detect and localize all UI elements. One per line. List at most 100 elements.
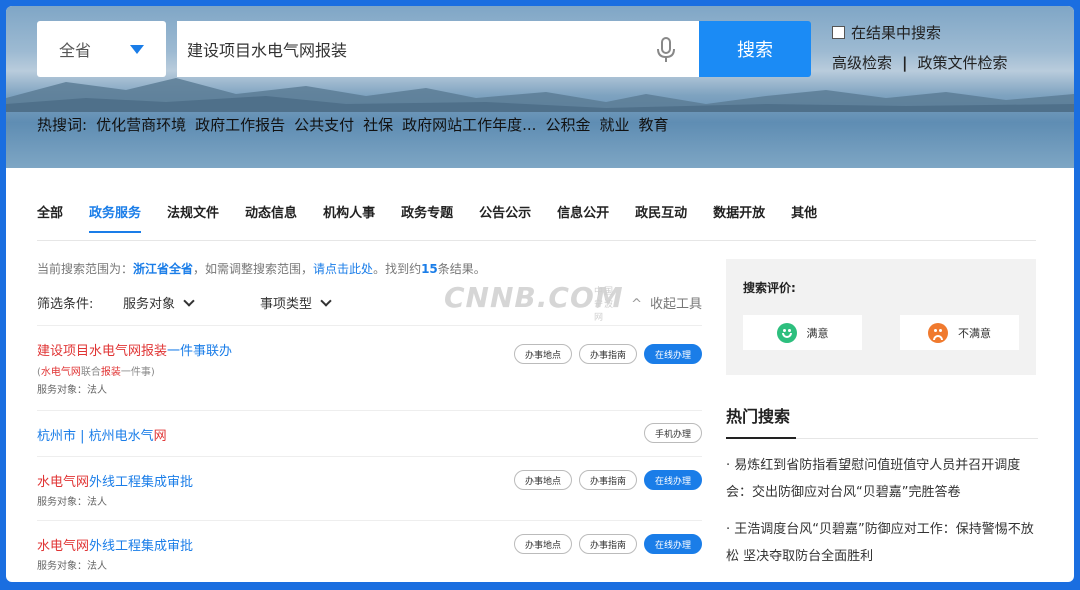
search-in-results-option[interactable]: 在结果中搜索 — [832, 22, 941, 43]
result-actions: 手机办理 — [643, 423, 702, 443]
filter-item-type-label: 事项类型 — [260, 297, 313, 312]
title-highlight: 网 — [153, 429, 167, 444]
tab-topics[interactable]: 政务专题 — [401, 202, 453, 233]
satisfied-button[interactable]: 满意 — [743, 315, 862, 350]
chevron-down-icon — [320, 295, 332, 307]
hot-word[interactable]: 就业 — [599, 114, 629, 135]
online-apply-button[interactable]: 在线办理 — [643, 470, 702, 490]
hot-words: 热搜词: 优化营商环境 政府工作报告 公共支付 社保 政府网站工作年度... 公… — [37, 114, 668, 135]
hot-search-title: 热门搜索 — [726, 407, 791, 426]
satisfied-label: 满意 — [806, 326, 829, 340]
result-alias: (水电气网联合报装一件事) — [37, 363, 702, 378]
hot-search-underline — [726, 437, 796, 439]
link-separator: | — [902, 53, 908, 72]
tab-open-data[interactable]: 数据开放 — [713, 202, 765, 233]
alias-highlight: 报装 — [100, 367, 121, 378]
tab-personnel[interactable]: 机构人事 — [323, 202, 375, 233]
title-text: 外线工程集成审批 — [89, 539, 194, 554]
result-item: 杭州市 | 杭州电水气网 手机办理 — [37, 410, 702, 456]
filter-service-target[interactable]: 服务对象 — [123, 293, 195, 312]
tab-regulations[interactable]: 法规文件 — [167, 202, 219, 233]
result-count: 15 — [421, 262, 438, 276]
category-tabs: 全部 政务服务 法规文件 动态信息 机构人事 政务专题 公告公示 信息公开 政民… — [37, 202, 843, 233]
hot-word[interactable]: 公共支付 — [294, 114, 354, 135]
watermark-subtext: 中国宁波网 — [594, 287, 615, 323]
hot-search-text: 王浩调度台风“贝碧嘉”防御应对工作：保持警惕不放松 坚决夺取防台全面胜利 — [726, 522, 1034, 564]
region-select[interactable]: 全省 — [37, 21, 166, 77]
tab-announcements[interactable]: 公告公示 — [479, 202, 531, 233]
result-item: 水电气网外线工程集成审批 服务对象：法人 办事地点 办事指南 在线办理 — [37, 520, 702, 582]
result-actions: 办事地点 办事指南 在线办理 — [513, 534, 702, 554]
filter-label: 筛选条件: — [37, 297, 94, 312]
advanced-search-link[interactable]: 高级检索 — [832, 52, 892, 73]
filter-service-target-label: 服务对象 — [123, 297, 176, 312]
search-scope-info: 当前搜索范围为：浙江省全省，如需调整搜索范围，请点击此处。找到约15条结果。 — [37, 260, 486, 277]
service-target: 服务对象：法人 — [37, 561, 107, 572]
title-text: 外线工程集成审批 — [89, 475, 194, 490]
result-item: 水电气网外线工程集成审批 服务对象：法人 办事地点 办事指南 在线办理 — [37, 456, 702, 520]
location-button[interactable]: 办事地点 — [513, 344, 572, 364]
guide-button[interactable]: 办事指南 — [578, 344, 637, 364]
scope-value: 浙江省全省 — [133, 262, 194, 276]
online-apply-button[interactable]: 在线办理 — [643, 534, 702, 554]
tab-disclosure[interactable]: 信息公开 — [557, 202, 609, 233]
chevron-up-icon: ^ — [631, 297, 642, 312]
location-button[interactable]: 办事地点 — [513, 534, 572, 554]
scope-found: 。找到约 — [373, 262, 422, 276]
change-scope-link[interactable]: 请点击此处 — [313, 262, 373, 276]
region-select-value: 全省 — [59, 41, 92, 60]
rating-title: 搜索评价: — [743, 281, 796, 295]
location-button[interactable]: 办事地点 — [513, 470, 572, 490]
filter-item-type[interactable]: 事项类型 — [260, 293, 332, 312]
scope-mid: ，如需调整搜索范围， — [193, 262, 314, 276]
search-button[interactable]: 搜索 — [699, 21, 811, 77]
online-apply-button[interactable]: 在线办理 — [643, 344, 702, 364]
hot-search-item[interactable]: · 王浩调度台风“贝碧嘉”防御应对工作：保持警惕不放松 坚决夺取防台全面胜利 — [726, 516, 1036, 570]
unsatisfied-button[interactable]: 不满意 — [900, 315, 1019, 350]
hot-search-text: 易炼红到省防指看望慰问值班值守人员并召开调度会：交出防御应对台风“贝碧嘉”完胜答… — [726, 458, 1021, 500]
hot-word[interactable]: 政府工作报告 — [195, 114, 285, 135]
page-frame: 全省 搜索 在结果中搜索 高级检索 | 政策文件检索 热搜词: 优化营商环境 政… — [6, 6, 1074, 582]
collapse-tools-button[interactable]: ^ 收起工具 — [631, 293, 702, 312]
search-rating-panel: 搜索评价: 满意 不满意 — [726, 259, 1036, 375]
results-list: 建设项目水电气网报装一件事联办 (水电气网联合报装一件事) 服务对象：法人 办事… — [37, 325, 702, 582]
service-target: 服务对象：法人 — [37, 385, 107, 396]
search-in-results-label: 在结果中搜索 — [851, 24, 942, 42]
tab-all[interactable]: 全部 — [37, 202, 63, 233]
tabs-divider — [37, 240, 1036, 241]
result-actions: 办事地点 办事指南 在线办理 — [513, 470, 702, 490]
mobile-apply-button[interactable]: 手机办理 — [643, 423, 702, 443]
guide-button[interactable]: 办事指南 — [578, 470, 637, 490]
policy-search-link[interactable]: 政策文件检索 — [918, 52, 1008, 73]
title-text: 一件事联办 — [167, 344, 233, 359]
result-title[interactable]: 杭州市 | 杭州电水气网 — [37, 425, 702, 444]
result-actions: 办事地点 办事指南 在线办理 — [513, 344, 702, 364]
title-text: 杭州市 | 杭州电水气 — [37, 429, 154, 444]
search-input[interactable] — [177, 21, 699, 77]
search-in-results-checkbox[interactable] — [832, 26, 845, 39]
hot-word[interactable]: 社保 — [363, 114, 393, 135]
hot-word[interactable]: 优化营商环境 — [96, 114, 186, 135]
alias-text: 一件事) — [120, 367, 155, 378]
guide-button[interactable]: 办事指南 — [578, 534, 637, 554]
smile-icon — [776, 322, 797, 343]
tab-news[interactable]: 动态信息 — [245, 202, 297, 233]
scope-prefix: 当前搜索范围为： — [37, 262, 134, 276]
tab-government-services[interactable]: 政务服务 — [89, 202, 142, 233]
frown-icon — [928, 322, 948, 343]
alias-highlight: 水电气网 — [40, 367, 81, 378]
hot-word[interactable]: 教育 — [638, 114, 668, 135]
hot-word[interactable]: 政府网站工作年度... — [402, 114, 536, 135]
service-target: 服务对象：法人 — [37, 497, 107, 508]
search-banner: 全省 搜索 在结果中搜索 高级检索 | 政策文件检索 热搜词: 优化营商环境 政… — [6, 6, 1074, 168]
watermark-logo: CNNB.COM 中国宁波网 — [444, 281, 624, 323]
title-highlight: 建设项目水电气网报装 — [37, 344, 168, 359]
collapse-tools-label: 收起工具 — [649, 297, 702, 312]
hot-search-item[interactable]: · 易炼红到省防指看望慰问值班值守人员并召开调度会：交出防御应对台风“贝碧嘉”完… — [726, 452, 1036, 506]
result-item: 建设项目水电气网报装一件事联办 (水电气网联合报装一件事) 服务对象：法人 办事… — [37, 325, 702, 410]
tab-other[interactable]: 其他 — [791, 202, 817, 233]
microphone-icon[interactable] — [654, 36, 678, 64]
caret-down-icon — [130, 45, 144, 54]
hot-word[interactable]: 公积金 — [545, 114, 590, 135]
tab-interaction[interactable]: 政民互动 — [635, 202, 687, 233]
